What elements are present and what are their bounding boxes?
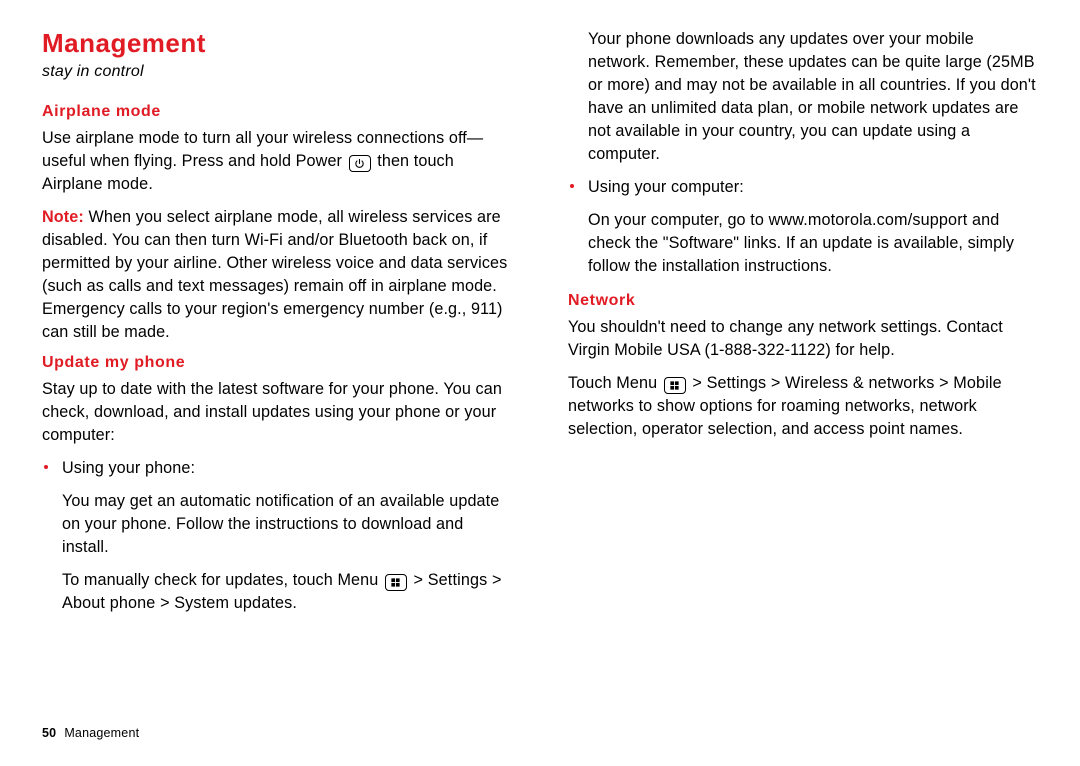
menu-path-about-phone: About phone [62, 594, 155, 612]
list-item-label: Using your computer: [588, 176, 1038, 199]
update-list: Using your phone: You may get an automat… [42, 457, 512, 615]
text: On your computer, go to www.motorola.com… [588, 209, 1038, 278]
airplane-paragraph-1: Use airplane mode to turn all your wirel… [42, 127, 512, 196]
menu-path-settings: Settings [707, 374, 767, 392]
update-paragraph-1: Stay up to date with the latest software… [42, 378, 512, 447]
text: > [155, 594, 174, 612]
manual-check-path: To manually check for updates, touch Men… [62, 569, 512, 615]
page-tagline: stay in control [42, 63, 512, 81]
text: . [148, 175, 153, 193]
two-column-layout: Management stay in control Airplane mode… [42, 28, 1038, 708]
menu-icon [664, 377, 686, 394]
heading-network: Network [568, 292, 1038, 310]
list-item: Using your phone: You may get an automat… [42, 457, 512, 615]
text: then touch [377, 152, 454, 170]
text: > [487, 571, 501, 589]
text: On your computer, go to [588, 211, 769, 229]
bullet-icon [570, 184, 574, 188]
page-title: Management [42, 28, 512, 59]
menu-path-settings: Settings [428, 571, 488, 589]
text: > [692, 374, 706, 392]
text: > [414, 571, 428, 589]
list-item-continuation: Your phone downloads any updates over yo… [568, 28, 1038, 166]
support-url: www.motorola.com/support [769, 211, 968, 229]
network-paragraph-1: You shouldn't need to change any network… [568, 316, 1038, 362]
page-footer: 50 Management [42, 726, 139, 740]
text: To manually check for updates, touch Men… [62, 571, 383, 589]
note-label: Note: [42, 208, 84, 226]
text: Touch Menu [568, 374, 662, 392]
text: > [766, 374, 785, 392]
update-list-continued: Your phone downloads any updates over yo… [568, 28, 1038, 278]
menu-path-system-updates: System updates [174, 594, 292, 612]
bullet-icon [44, 465, 48, 469]
power-icon [349, 155, 371, 172]
footer-section-name: Management [64, 726, 139, 740]
menu-icon [385, 574, 407, 591]
menu-path-wireless-networks: Wireless & networks [785, 374, 934, 392]
network-paragraph-2: Touch Menu > Settings > Wireless & netwo… [568, 372, 1038, 441]
airplane-note: Note: When you select airplane mode, all… [42, 206, 512, 344]
text: Your phone downloads any updates over yo… [588, 28, 1038, 166]
heading-update-my-phone: Update my phone [42, 354, 512, 372]
menu-path-airplane-mode: Airplane mode [42, 175, 148, 193]
text: When you select airplane mode, all wirel… [42, 208, 507, 341]
document-page: Management stay in control Airplane mode… [0, 0, 1080, 766]
text: You may get an automatic notification of… [62, 490, 512, 559]
left-column: Management stay in control Airplane mode… [42, 28, 512, 708]
page-number: 50 [42, 726, 56, 740]
list-item-label: Using your phone: [62, 457, 512, 480]
text: > [935, 374, 954, 392]
right-column: Your phone downloads any updates over yo… [568, 28, 1038, 708]
heading-airplane-mode: Airplane mode [42, 103, 512, 121]
list-item: Using your computer: On your computer, g… [568, 176, 1038, 278]
